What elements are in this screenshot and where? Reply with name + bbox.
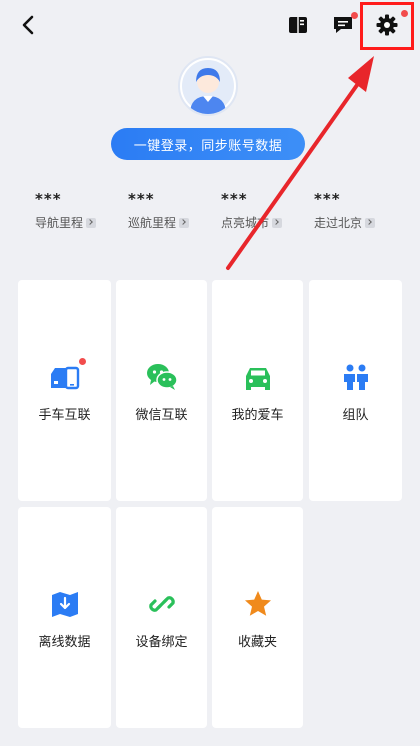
chevron-right-icon [272,217,283,228]
stat-value: *** [221,190,248,208]
grid-item-phone-car[interactable]: 手车互联 [18,280,111,501]
grid-item-team[interactable]: 组队 [309,280,402,501]
stat-lit-cities[interactable]: *** 点亮城市 [221,190,311,231]
stat-label: 走过北京 [314,216,363,230]
stat-value: *** [128,190,155,208]
car-icon [241,360,275,394]
stat-label: 巡航里程 [128,216,177,230]
team-icon [339,360,373,394]
grid-item-label: 组队 [342,408,369,423]
stat-label: 导航里程 [35,216,84,230]
message-button[interactable] [328,10,358,40]
grid-item-wechat[interactable]: 微信互联 [116,280,207,501]
stat-value: *** [35,190,62,208]
stat-visited-beijing[interactable]: *** 走过北京 [314,190,404,231]
grid-item-label: 手车互联 [38,408,91,423]
star-icon [241,587,275,621]
avatar[interactable] [178,56,238,116]
grid-item-label: 我的爱车 [231,408,284,423]
book-icon-button[interactable] [283,10,313,40]
grid-item-label: 微信互联 [135,408,188,423]
grid-item-label: 收藏夹 [237,635,277,650]
grid-item-favorites[interactable]: 收藏夹 [212,507,303,728]
book-icon [289,17,307,33]
chevron-right-icon [179,217,190,228]
phone-car-icon [48,358,86,394]
grid-item-label: 离线数据 [38,635,91,650]
wechat-icon [145,360,179,394]
link-icon [145,587,179,621]
grid-item-device-binding[interactable]: 设备绑定 [116,507,207,728]
annotation-highlight-box [360,2,414,50]
chevron-right-icon [86,217,97,228]
phone-car-badge [78,358,86,365]
chevron-right-icon [365,217,376,228]
stat-navigation-mileage[interactable]: *** 导航里程 [35,190,125,231]
stat-label: 点亮城市 [221,216,270,230]
message-badge [351,12,358,19]
stat-value: *** [314,190,341,208]
grid-item-offline-data[interactable]: 离线数据 [18,507,111,728]
grid-item-label: 设备绑定 [135,635,188,650]
chevron-left-icon [22,15,34,35]
stat-cruise-mileage[interactable]: *** 巡航里程 [128,190,218,231]
one-click-login-button[interactable]: 一键登录，同步账号数据 [111,128,305,160]
offline-map-icon [48,587,82,621]
back-button[interactable] [14,10,44,40]
default-avatar-icon [182,60,234,114]
grid-item-my-car[interactable]: 我的爱车 [212,280,303,501]
